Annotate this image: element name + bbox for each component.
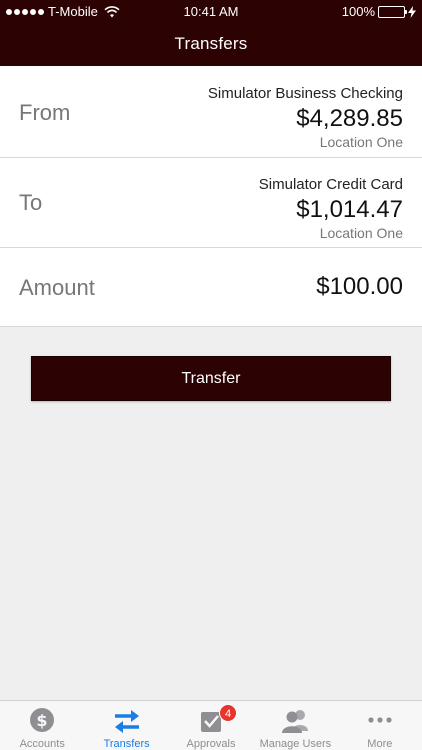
transfer-button[interactable]: Transfer <box>31 356 391 401</box>
top-bar: T-Mobile 10:41 AM 100% Transfers <box>0 0 422 66</box>
transfer-form: From Simulator Business Checking $4,289.… <box>0 66 422 327</box>
tab-label-accounts: Accounts <box>19 738 65 750</box>
from-account-balance: $4,289.85 <box>296 105 403 132</box>
tab-label-transfers: Transfers <box>103 738 150 750</box>
tab-label-approvals: Approvals <box>186 738 236 750</box>
charging-bolt-icon <box>408 5 416 18</box>
svg-text:$: $ <box>37 711 48 730</box>
more-dots-icon <box>368 717 392 723</box>
amount-details: $100.00 <box>316 272 403 302</box>
transfer-arrows-icon <box>114 710 139 733</box>
tab-bar: $ Accounts Transfers 4 Approvals Manage … <box>0 700 422 750</box>
status-right: 100% <box>342 4 416 19</box>
tab-approvals[interactable]: 4 Approvals <box>169 701 253 750</box>
amount-label: Amount <box>19 275 95 300</box>
battery-icon <box>378 5 407 18</box>
from-account-row[interactable]: From Simulator Business Checking $4,289.… <box>0 66 422 158</box>
tab-transfers[interactable]: Transfers <box>84 701 168 750</box>
tab-accounts[interactable]: $ Accounts <box>0 701 84 750</box>
approvals-badge: 4 <box>219 704 238 722</box>
to-account-name: Simulator Credit Card <box>258 176 403 193</box>
amount-row[interactable]: Amount $100.00 <box>0 248 422 327</box>
to-account-row[interactable]: To Simulator Credit Card $1,014.47 Locat… <box>0 158 422 248</box>
from-account-location: Location One <box>319 134 403 150</box>
to-account-balance: $1,014.47 <box>296 196 403 223</box>
from-label: From <box>19 100 71 125</box>
page-title: Transfers <box>174 34 248 53</box>
to-label: To <box>19 190 43 215</box>
to-account-location: Location One <box>319 225 403 241</box>
users-icon <box>282 710 309 733</box>
to-account-details: Simulator Credit Card $1,014.47 Location… <box>259 176 403 241</box>
battery-percent: 100% <box>341 4 375 19</box>
tab-manage-users[interactable]: Manage Users <box>253 701 337 750</box>
from-account-details: Simulator Business Checking $4,289.85 Lo… <box>208 85 403 150</box>
dollar-coin-icon: $ <box>30 708 55 732</box>
from-account-name: Simulator Business Checking <box>207 85 403 102</box>
status-bar: T-Mobile 10:41 AM 100% <box>0 0 422 22</box>
tab-more[interactable]: More <box>338 701 422 750</box>
amount-value[interactable]: $100.00 <box>316 272 403 302</box>
tab-label-more: More <box>367 738 393 750</box>
tab-label-manage-users: Manage Users <box>259 738 332 750</box>
